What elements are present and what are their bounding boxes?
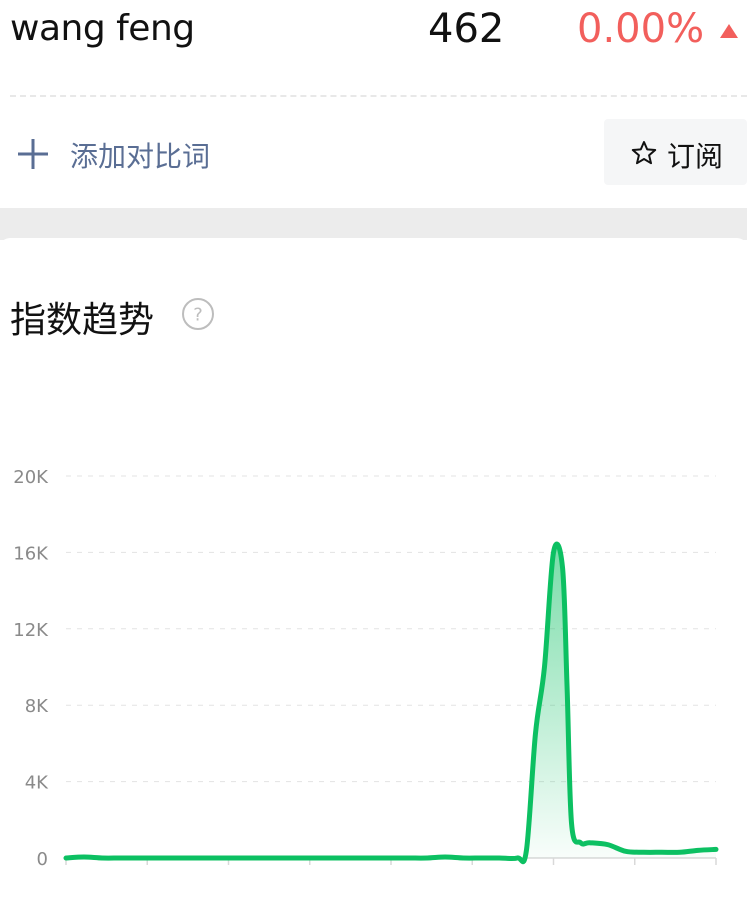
index-value: 462 — [428, 6, 505, 52]
subscribe-label: 订阅 — [667, 140, 724, 173]
add-compare-word-label: 添加对比词 — [70, 140, 211, 173]
trend-area — [66, 544, 716, 862]
y-tick-label: 0 — [37, 849, 48, 870]
subscribe-button[interactable]: 订阅 — [604, 119, 747, 185]
keyword-label: wang feng — [10, 8, 195, 49]
plus-icon — [18, 139, 48, 169]
trend-line — [63, 541, 719, 865]
section-separator — [0, 208, 747, 240]
y-tick-label: 16K — [13, 543, 49, 564]
y-tick-label: 4K — [25, 773, 49, 794]
y-tick-label: 8K — [25, 696, 49, 717]
section-title: 指数趋势 — [10, 300, 155, 341]
dashed-divider — [10, 95, 747, 97]
y-tick-label: 12K — [13, 620, 49, 641]
svg-text:?: ? — [193, 305, 203, 326]
triangle-up-icon — [720, 24, 738, 38]
star-icon — [631, 141, 657, 165]
y-tick-label: 20K — [13, 467, 49, 488]
keyword-summary-row: wang feng 462 0.00% — [0, 0, 747, 60]
add-compare-word-button[interactable]: 添加对比词 — [0, 115, 600, 190]
trend-chart: 20K 16K 12K 8K 4K 0 — [13, 467, 719, 870]
question-circle-icon[interactable]: ? — [181, 297, 215, 331]
change-percent: 0.00% — [577, 6, 705, 52]
